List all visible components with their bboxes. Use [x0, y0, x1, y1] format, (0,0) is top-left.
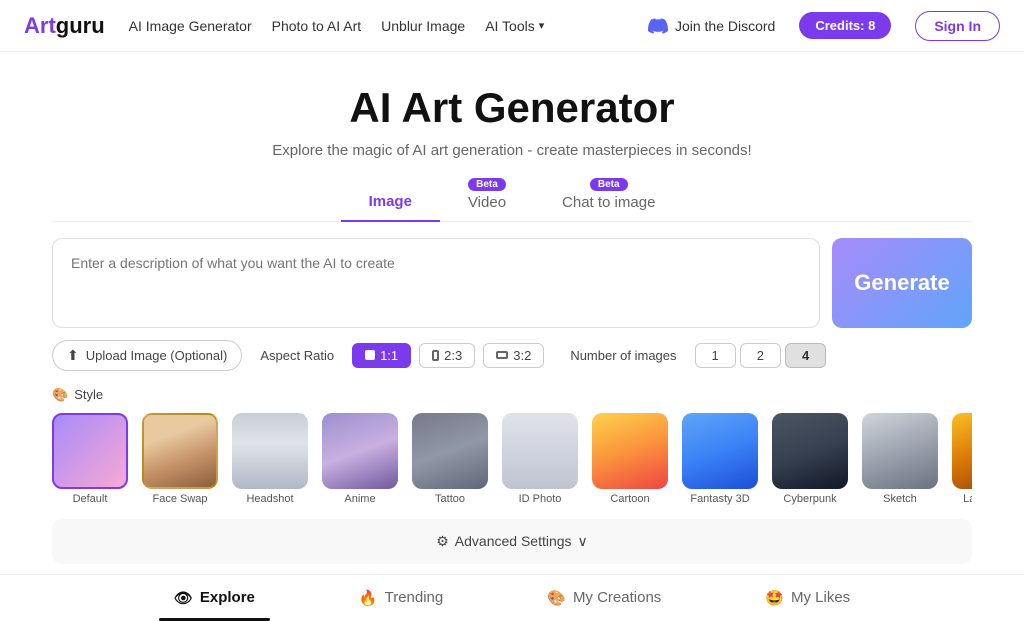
num-options: 1 2 4 — [695, 343, 827, 368]
likes-icon: 🤩 — [765, 589, 784, 607]
num-images-label: Number of images — [570, 348, 676, 363]
style-grid: Default Face Swap Headshot Anime Tattoo — [52, 413, 972, 509]
hero-section: AI Art Generator Explore the magic of AI… — [0, 52, 1024, 175]
credits-button[interactable]: Credits: 8 — [799, 12, 891, 39]
bottom-tab-trending[interactable]: 🔥 Trending — [307, 575, 495, 621]
upload-label: Upload Image (Optional) — [86, 348, 228, 363]
upload-button[interactable]: ⬆ Upload Image (Optional) — [52, 340, 242, 371]
aspect-square-icon — [365, 350, 375, 360]
tab-chat-label: Chat to image — [562, 194, 655, 211]
aspect-options: 1:1 2:3 3:2 — [352, 343, 544, 368]
tab-bar: Image Beta Video Beta Chat to image — [52, 175, 972, 222]
upload-icon: ⬆ — [67, 347, 79, 364]
style-item-sketch[interactable]: Sketch — [862, 413, 938, 505]
style-item-faceswap[interactable]: Face Swap — [142, 413, 218, 505]
aspect-wide-icon — [496, 351, 508, 359]
style-item-fantasy[interactable]: Fantasty 3D — [682, 413, 758, 505]
nav-links: AI Image Generator Photo to AI Art Unblu… — [129, 18, 545, 34]
tab-video[interactable]: Beta Video — [440, 178, 534, 221]
style-emoji-icon: 🎨 — [52, 387, 68, 403]
options-row: ⬆ Upload Image (Optional) Aspect Ratio 1… — [0, 328, 1024, 383]
prompt-input[interactable] — [52, 238, 820, 328]
discord-label: Join the Discord — [675, 18, 775, 34]
settings-icon: ⚙ — [436, 533, 449, 550]
tab-chat[interactable]: Beta Chat to image — [534, 178, 683, 221]
bottom-tab-explore[interactable]: 👁 Explore — [122, 575, 307, 621]
bottom-tab-creations[interactable]: 🎨 My Creations — [495, 575, 713, 621]
signin-button[interactable]: Sign In — [915, 11, 1000, 41]
style-item-headshot[interactable]: Headshot — [232, 413, 308, 505]
navbar: Artguru AI Image Generator Photo to AI A… — [0, 0, 1024, 52]
num-1[interactable]: 1 — [695, 343, 736, 368]
style-item-anime[interactable]: Anime — [322, 413, 398, 505]
style-item-idphoto[interactable]: ID Photo — [502, 413, 578, 505]
tab-image[interactable]: Image — [341, 175, 440, 222]
hero-subtitle: Explore the magic of AI art generation -… — [0, 142, 1024, 159]
tab-video-label: Video — [468, 194, 506, 211]
bottom-tab-bar: 👁 Explore 🔥 Trending 🎨 My Creations 🤩 My… — [0, 574, 1024, 621]
advanced-settings[interactable]: ⚙ Advanced Settings ∨ — [52, 519, 972, 564]
advanced-settings-label: ⚙ Advanced Settings ∨ — [436, 533, 588, 550]
style-item-cyberpunk[interactable]: Cyberpunk — [772, 413, 848, 505]
bottom-tab-likes[interactable]: 🤩 My Likes — [713, 575, 902, 621]
aspect-tall-icon — [432, 350, 439, 361]
chevron-down-icon: ∨ — [578, 533, 588, 550]
tab-video-beta: Beta — [468, 178, 506, 191]
discord-link[interactable]: Join the Discord — [648, 16, 775, 36]
chevron-down-icon: ▾ — [539, 19, 545, 32]
hero-title: AI Art Generator — [0, 84, 1024, 132]
aspect-ratio-label: Aspect Ratio — [260, 348, 334, 363]
aspect-1-1[interactable]: 1:1 — [352, 343, 411, 368]
style-item-landscape[interactable]: Landscape — [952, 413, 972, 505]
tab-image-label: Image — [369, 193, 412, 210]
logo[interactable]: Artguru — [24, 13, 105, 39]
trending-icon: 🔥 — [359, 589, 378, 607]
num-2[interactable]: 2 — [740, 343, 781, 368]
nav-link-unblur[interactable]: Unblur Image — [381, 18, 465, 34]
style-label: 🎨 Style — [52, 387, 972, 403]
creations-icon: 🎨 — [547, 589, 566, 607]
style-item-tattoo[interactable]: Tattoo — [412, 413, 488, 505]
style-item-default[interactable]: Default — [52, 413, 128, 505]
aspect-2-3[interactable]: 2:3 — [419, 343, 475, 368]
style-item-cartoon[interactable]: Cartoon — [592, 413, 668, 505]
nav-link-photo[interactable]: Photo to AI Art — [272, 18, 362, 34]
nav-link-ai-image[interactable]: AI Image Generator — [129, 18, 252, 34]
explore-icon: 👁 — [174, 589, 193, 607]
input-section: Generate — [0, 222, 1024, 328]
num-4[interactable]: 4 — [785, 343, 826, 368]
aspect-3-2[interactable]: 3:2 — [483, 343, 544, 368]
discord-icon — [648, 16, 668, 36]
tab-chat-beta: Beta — [590, 178, 628, 191]
generate-button[interactable]: Generate — [832, 238, 972, 328]
style-section: 🎨 Style Default Face Swap Headshot Anime — [0, 383, 1024, 509]
nav-link-ai-tools[interactable]: AI Tools ▾ — [485, 18, 544, 34]
